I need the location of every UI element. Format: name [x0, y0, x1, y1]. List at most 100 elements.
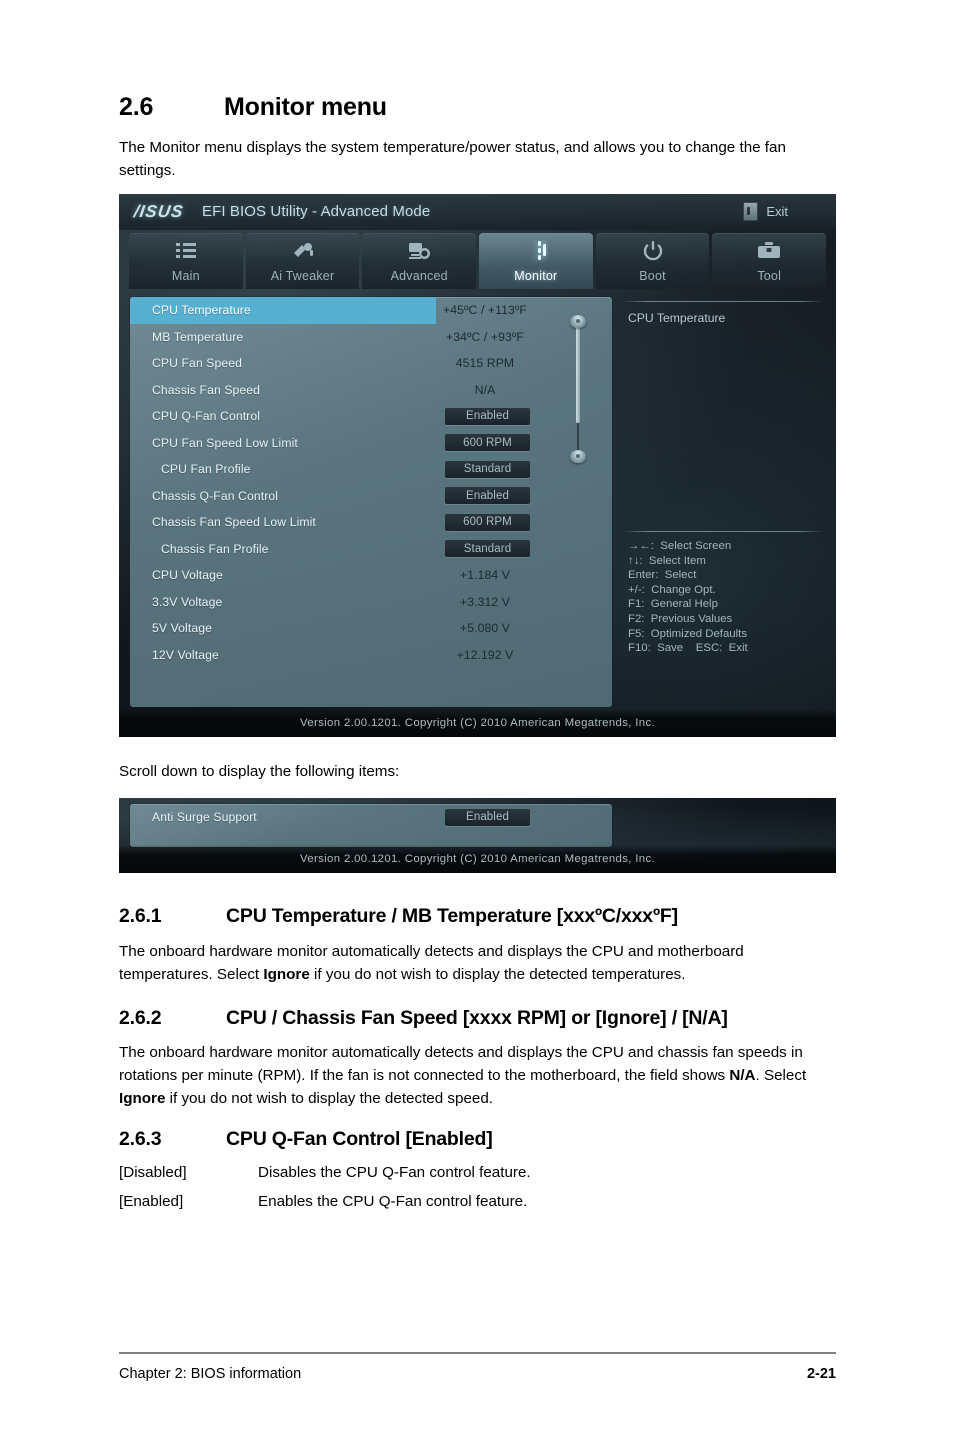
subsection-title-1: CPU Temperature / MB Temperature [xxxºC/…	[226, 905, 678, 927]
setting-label: 3.3V Voltage	[152, 594, 223, 609]
power-icon	[640, 239, 666, 263]
setting-row[interactable]: CPU Q-Fan Control Enabled	[130, 403, 612, 430]
setting-row[interactable]: Chassis Fan Profile Standard	[130, 536, 612, 563]
setting-label: CPU Fan Speed	[152, 356, 243, 371]
setting-readout: +12.192 V	[456, 647, 514, 662]
bios-utility-title: EFI BIOS Utility - Advanced Mode	[202, 203, 431, 220]
scroll-note: Scroll down to display the following ite…	[119, 763, 400, 780]
setting-readout: +3.312 V	[460, 594, 510, 609]
paragraph-2-6-2: The onboard hardware monitor automatical…	[119, 1041, 839, 1110]
settings-rows: CPU Temperature +45ºC / +113ºF MB Temperat…	[130, 297, 612, 668]
help-description: CPU Temperature	[628, 311, 726, 325]
setting-readout: +1.184 V	[460, 568, 510, 583]
toolbox-icon	[756, 239, 782, 263]
tab-boot[interactable]: Boot	[595, 233, 710, 289]
tab-monitor-label: Monitor	[514, 269, 558, 283]
monitor-settings-list: CPU Temperature +45ºC / +113ºF MB Temperat…	[130, 297, 612, 707]
scroll-up-button[interactable]	[570, 315, 586, 328]
setting-row[interactable]: Chassis Fan Speed Low Limit 600 RPM	[130, 509, 612, 536]
setting-row[interactable]: Anti Surge Support Enabled	[130, 804, 612, 830]
p2-bold2: Ignore	[119, 1090, 166, 1107]
definition-desc-enabled: Enables the CPU Q-Fan control feature.	[258, 1193, 528, 1210]
tab-advanced[interactable]: Advanced	[362, 233, 477, 289]
settings-scrollbar[interactable]	[570, 315, 586, 463]
setting-label: CPU Temperature	[130, 297, 436, 324]
setting-row[interactable]: MB Temperature +34ºC / +93ºF	[130, 324, 612, 351]
definition-enabled: [Enabled] Enables the CPU Q-Fan control f…	[119, 1190, 839, 1213]
subsection-number-1: 2.6.1	[119, 905, 162, 927]
scrollbar-thumb[interactable]	[576, 325, 580, 423]
footer-page-number: 2-21	[806, 1366, 836, 1382]
tab-monitor[interactable]: Monitor	[479, 233, 593, 289]
bios-version-text: Version 2.00.1201. Copyright (C) 2010 Am…	[299, 717, 656, 729]
definition-term-disabled: [Disabled]	[119, 1164, 187, 1181]
p2-bold: N/A	[729, 1067, 756, 1084]
bios-version-text-scrolled: Version 2.00.1201. Copyright (C) 2010 Am…	[299, 853, 656, 865]
setting-row[interactable]: 3.3V Voltage +3.312 V	[130, 589, 612, 616]
setting-row[interactable]: CPU Voltage +1.184 V	[130, 562, 612, 589]
heading-2-6-3: 2.6.3 CPU Q-Fan Control [Enabled]	[119, 1128, 493, 1151]
setting-row[interactable]: 5V Voltage +5.080 V	[130, 615, 612, 642]
setting-row[interactable]: CPU Fan Speed 4515 RPM	[130, 350, 612, 377]
help-key-legend: →←: Select Screen ↑↓: Select Item Enter:…	[628, 540, 748, 655]
exit-button[interactable]: Exit	[743, 202, 788, 221]
setting-row[interactable]: CPU Fan Profile Standard	[130, 456, 612, 483]
manual-page: 2.6 Monitor menu The Monitor menu display…	[0, 0, 954, 1438]
setting-row[interactable]: CPU Fan Speed Low Limit 600 RPM	[130, 430, 612, 457]
help-divider-top	[623, 301, 823, 302]
setting-label: Chassis Fan Profile	[161, 541, 269, 556]
setting-label: Chassis Q-Fan Control	[152, 488, 279, 503]
setting-option-button[interactable]: Standard	[445, 540, 530, 558]
setting-readout: 4515 RPM	[455, 356, 515, 371]
subsection-title-2: CPU / Chassis Fan Speed [xxxx RPM] or [I…	[226, 1007, 728, 1029]
setting-option-button[interactable]: Enabled	[445, 407, 530, 425]
monitor-settings-list-scrolled: Anti Surge Support Enabled	[130, 804, 612, 847]
setting-row[interactable]: 12V Voltage +12.192 V	[130, 642, 612, 669]
setting-option-button[interactable]: Enabled	[445, 487, 530, 505]
tab-main[interactable]: Main	[129, 233, 243, 289]
setting-option-button[interactable]: Enabled	[445, 808, 530, 826]
p2-b: if you do not wish to display the detect…	[165, 1090, 494, 1107]
setting-option-button[interactable]: Standard	[445, 460, 530, 478]
section-number: 2.6	[119, 93, 154, 121]
definition-term-enabled: [Enabled]	[119, 1193, 184, 1210]
scroll-down-button[interactable]	[570, 450, 586, 463]
setting-label: CPU Fan Speed Low Limit	[152, 435, 298, 450]
bios-version-bar-scrolled: Version 2.00.1201. Copyright (C) 2010 Am…	[119, 845, 836, 873]
p1-b: if you do not wish to display the detect…	[309, 966, 686, 983]
tab-advanced-label: Advanced	[390, 269, 448, 283]
definition-disabled: [Disabled] Disables the CPU Q-Fan control…	[119, 1161, 839, 1184]
advanced-icon	[406, 239, 432, 263]
subsection-number-3: 2.6.3	[119, 1128, 162, 1150]
section-title: Monitor menu	[224, 93, 387, 121]
exit-label: Exit	[766, 204, 788, 219]
p2-a: The onboard hardware monitor automatical…	[119, 1044, 803, 1084]
monitor-fan-icon	[523, 239, 549, 263]
help-divider-mid	[623, 531, 823, 532]
tab-ai-tweaker[interactable]: Ai Tweaker	[245, 233, 360, 289]
setting-label: Chassis Fan Speed Low Limit	[152, 515, 316, 530]
intro-paragraph: The Monitor menu displays the system tem…	[119, 139, 786, 179]
tab-boot-label: Boot	[639, 269, 666, 283]
heading-2-6-2: 2.6.2 CPU / Chassis Fan Speed [xxxx RPM] …	[119, 1007, 728, 1030]
setting-label: CPU Voltage	[152, 568, 223, 583]
setting-row[interactable]: CPU Temperature +45ºC / +113ºF	[130, 297, 612, 324]
asus-logo: /ISUS	[132, 202, 185, 221]
setting-option-button[interactable]: 600 RPM	[445, 434, 530, 452]
setting-label: 12V Voltage	[152, 647, 219, 662]
list-icon	[173, 239, 199, 263]
setting-label: 5V Voltage	[152, 621, 212, 636]
setting-option-button[interactable]: 600 RPM	[445, 513, 530, 531]
tab-main-label: Main	[171, 269, 200, 283]
setting-label: MB Temperature	[152, 329, 244, 344]
setting-label: CPU Q-Fan Control	[152, 409, 261, 424]
setting-row[interactable]: Chassis Q-Fan Control Enabled	[130, 483, 612, 510]
subsection-title-3: CPU Q-Fan Control [Enabled]	[226, 1128, 493, 1150]
bios-tab-bar: Main Ai Tweaker Advanced Monitor Boot To…	[129, 233, 827, 289]
tab-tool[interactable]: Tool	[712, 233, 827, 289]
setting-readout: +34ºC / +93ºF	[446, 329, 524, 344]
bios-screenshot-monitor: /ISUS EFI BIOS Utility - Advanced Mode E…	[119, 194, 836, 737]
setting-row[interactable]: Chassis Fan Speed N/A	[130, 377, 612, 404]
bios-content-area: CPU Temperature +45ºC / +113ºF MB Temperat…	[119, 289, 836, 709]
definition-desc-disabled: Disables the CPU Q-Fan control feature.	[258, 1164, 531, 1181]
